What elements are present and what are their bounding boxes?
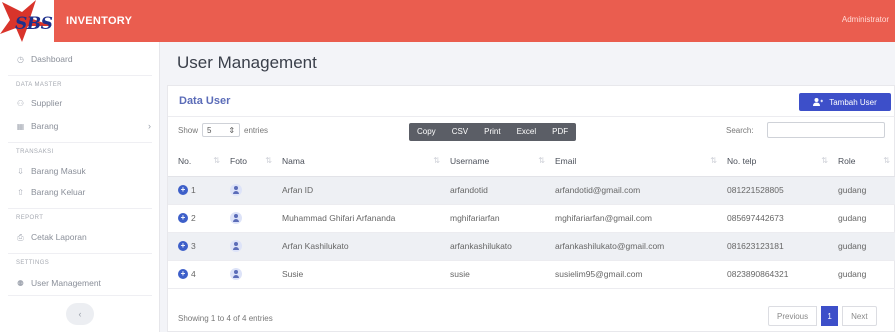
add-user-button[interactable]: Tambah User <box>799 93 891 111</box>
sidebar-item-label: Barang <box>31 121 59 131</box>
sort-icon: ⇅ <box>883 156 890 165</box>
copy-button[interactable]: Copy <box>409 123 444 141</box>
user-cog-icon: ⚉ <box>16 278 25 288</box>
divider <box>168 116 895 117</box>
column-header-role[interactable]: Role ⇅ <box>834 147 895 177</box>
add-user-label: Tambah User <box>829 97 877 107</box>
table-row: +4 Susie susie susielim95@gmail.com 0823… <box>168 260 895 289</box>
sidebar-item-label: Barang Masuk <box>31 166 86 176</box>
chevron-left-icon: ‹ <box>78 309 82 319</box>
upload-icon: ⇧ <box>17 187 24 197</box>
download-icon: ⇩ <box>17 166 24 176</box>
divider <box>8 295 152 296</box>
table-info: Showing 1 to 4 of 4 entries <box>178 314 273 323</box>
avatar <box>230 212 242 224</box>
user-plus-icon <box>813 98 824 106</box>
users-table: No. ⇅ Foto ⇅ Nama ⇅ Username ⇅ Email ⇅ No. te… <box>168 147 895 289</box>
sidebar-item-cetak-laporan[interactable]: ⎙ Cetak Laporan <box>16 232 151 242</box>
page-title: User Management <box>177 53 317 72</box>
print-icon: ⎙ <box>17 232 24 242</box>
column-header-no[interactable]: No. ⇅ <box>168 147 226 177</box>
pagination: Previous 1 Next <box>768 306 877 326</box>
sidebar-item-label: User Management <box>31 278 101 288</box>
table-row: +1 Arfan ID arfandotid arfandotid@gmail.… <box>168 176 895 205</box>
sort-icon: ⇅ <box>433 156 440 165</box>
grid-icon: ▦ <box>16 121 25 131</box>
section-header-data-master: DATA MASTER <box>16 82 62 88</box>
print-button[interactable]: Print <box>476 123 508 141</box>
dashboard-icon: ◷ <box>17 54 24 64</box>
sidebar-item-dashboard[interactable]: ◷ Dashboard <box>16 54 151 64</box>
column-header-username[interactable]: Username ⇅ <box>446 147 551 177</box>
divider <box>8 253 152 254</box>
page-1-button[interactable]: 1 <box>821 306 839 326</box>
sort-icon: ⇅ <box>710 156 717 165</box>
sidebar-item-barang[interactable]: ▦ Barang › <box>16 121 151 131</box>
divider <box>8 75 152 76</box>
sidebar-item-label: Dashboard <box>31 54 73 64</box>
expand-row-icon[interactable]: + <box>178 241 188 252</box>
card-title: Data User <box>179 95 231 107</box>
sidebar-item-label: Cetak Laporan <box>31 232 87 242</box>
expand-row-icon[interactable]: + <box>178 213 188 224</box>
section-header-report: REPORT <box>16 215 44 221</box>
entries-select-value: 5 <box>207 125 212 135</box>
sidebar-item-barang-keluar[interactable]: ⇧ Barang Keluar <box>16 187 151 197</box>
length-control: Show 5 ⇕ entries <box>178 123 268 137</box>
sort-icon: ⇅ <box>213 156 220 165</box>
previous-page-button[interactable]: Previous <box>768 306 818 326</box>
avatar <box>230 184 242 196</box>
column-header-no-telp[interactable]: No. telp ⇅ <box>723 147 834 177</box>
chevron-right-icon: › <box>148 121 151 131</box>
search-input[interactable] <box>767 122 885 138</box>
divider <box>8 208 152 209</box>
sidebar-collapse-button[interactable]: ‹ <box>66 303 94 325</box>
brand-title: INVENTORY <box>66 15 133 27</box>
divider <box>8 142 152 143</box>
users-icon: ⚇ <box>16 98 25 108</box>
table-row: +3 Arfan Kashilukato arfankashilukato ar… <box>168 232 895 261</box>
sidebar-item-label: Barang Keluar <box>31 187 86 197</box>
select-arrows-icon: ⇕ <box>228 125 236 135</box>
avatar <box>230 268 242 280</box>
sidebar-item-supplier[interactable]: ⚇ Supplier <box>16 98 151 108</box>
column-header-foto[interactable]: Foto ⇅ <box>226 147 278 177</box>
pdf-button[interactable]: PDF <box>544 123 576 141</box>
expand-row-icon[interactable]: + <box>178 185 188 196</box>
csv-button[interactable]: CSV <box>444 123 476 141</box>
sidebar: ◷ Dashboard DATA MASTER ⚇ Supplier ▦ Bar… <box>0 42 160 332</box>
expand-row-icon[interactable]: + <box>178 269 188 280</box>
avatar <box>230 240 242 252</box>
logo-text: SBS <box>15 14 53 34</box>
logo[interactable]: SBS <box>0 0 54 42</box>
sort-icon: ⇅ <box>538 156 545 165</box>
user-menu[interactable]: Administrator <box>842 15 889 24</box>
sidebar-item-user-management[interactable]: ⚉ User Management <box>16 278 151 288</box>
top-navbar: SBS INVENTORY Administrator <box>0 0 895 42</box>
data-user-card: Data User Tambah User Show 5 ⇕ entries C… <box>167 85 895 332</box>
sort-icon: ⇅ <box>821 156 828 165</box>
column-header-nama[interactable]: Nama ⇅ <box>278 147 446 177</box>
table-row: +2 Muhammad Ghifari Arfananda mghifariar… <box>168 204 895 233</box>
sidebar-item-label: Supplier <box>31 98 63 108</box>
table-header-row: No. ⇅ Foto ⇅ Nama ⇅ Username ⇅ Email ⇅ No. te… <box>168 147 895 177</box>
section-header-transaksi: TRANSAKSI <box>16 149 54 155</box>
column-header-email[interactable]: Email ⇅ <box>551 147 723 177</box>
entries-label: entries <box>244 125 269 135</box>
export-button-group: Copy CSV Print Excel PDF <box>409 123 577 141</box>
section-header-settings: SETTINGS <box>16 260 50 266</box>
next-page-button[interactable]: Next <box>842 306 877 326</box>
excel-button[interactable]: Excel <box>509 123 545 141</box>
sidebar-item-barang-masuk[interactable]: ⇩ Barang Masuk <box>16 166 151 176</box>
entries-select[interactable]: 5 ⇕ <box>202 123 241 137</box>
sort-icon: ⇅ <box>265 156 272 165</box>
show-label: Show <box>178 125 199 135</box>
search-label: Search: <box>726 126 754 135</box>
